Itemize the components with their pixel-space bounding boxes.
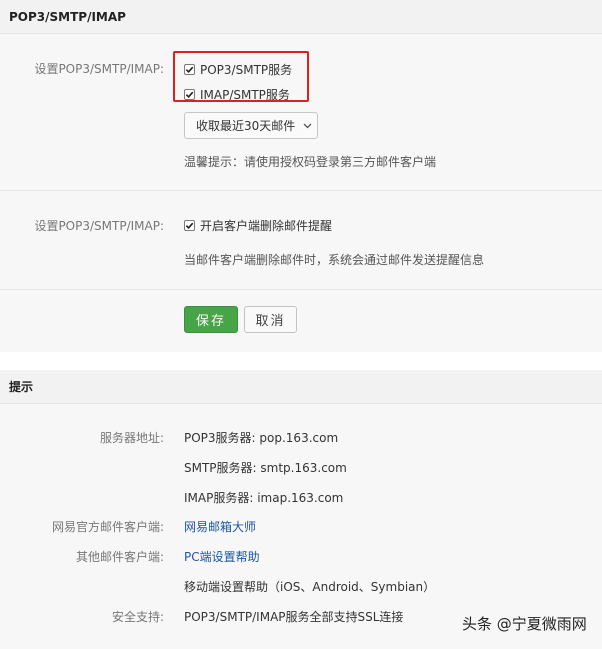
imap-server: IMAP服务器: imap.163.com <box>184 491 344 505</box>
other-client-label: 其他邮件客户端: <box>75 550 164 564</box>
settings-header-title: POP3/SMTP/IMAP <box>9 10 126 24</box>
smtp-server: SMTP服务器: smtp.163.com <box>184 461 347 475</box>
mail-range-value: 收取最近30天邮件 <box>196 119 296 133</box>
check-icon <box>185 222 194 230</box>
security-label: 安全支持: <box>111 610 164 624</box>
auth-code-tip: 温馨提示：请使用授权码登录第三方邮件客户端 <box>184 155 437 169</box>
tips-header: 提示 <box>0 370 602 404</box>
section-gap <box>0 352 602 370</box>
settings-header: POP3/SMTP/IMAP <box>0 0 602 34</box>
chevron-down-icon <box>303 123 312 129</box>
watermark: 头条 @宁夏微雨网 <box>462 613 587 634</box>
mail-range-select[interactable]: 收取最近30天邮件 <box>184 112 318 139</box>
mobile-setup-help[interactable]: 移动端设置帮助（iOS、Android、Symbian） <box>184 578 435 595</box>
setting2-label: 设置POP3/SMTP/IMAP: <box>34 219 164 233</box>
server-address-label: 服务器地址: <box>99 431 164 445</box>
divider <box>0 289 602 290</box>
watermark-text: 头条 @宁夏微雨网 <box>462 615 587 633</box>
delete-alert-option[interactable]: 开启客户端删除邮件提醒 <box>184 217 332 234</box>
divider <box>0 190 602 191</box>
cancel-button[interactable]: 取消 <box>244 306 297 333</box>
delete-alert-checkbox[interactable] <box>184 220 195 231</box>
delete-alert-description: 当邮件客户端删除邮件时，系统会通过邮件发送提醒信息 <box>184 253 485 267</box>
setting1-label: 设置POP3/SMTP/IMAP: <box>34 62 164 76</box>
pop3-server: POP3服务器: pop.163.com <box>184 431 339 445</box>
tips-header-title: 提示 <box>9 380 34 394</box>
highlight-box <box>173 51 309 102</box>
security-text: POP3/SMTP/IMAP服务全部支持SSL连接 <box>184 610 404 624</box>
save-button[interactable]: 保存 <box>184 306 238 333</box>
official-client-label: 网易官方邮件客户端: <box>51 520 164 534</box>
pc-setup-link[interactable]: PC端设置帮助 <box>184 548 260 565</box>
official-client-link[interactable]: 网易邮箱大师 <box>184 518 256 535</box>
delete-alert-label: 开启客户端删除邮件提醒 <box>200 219 333 233</box>
